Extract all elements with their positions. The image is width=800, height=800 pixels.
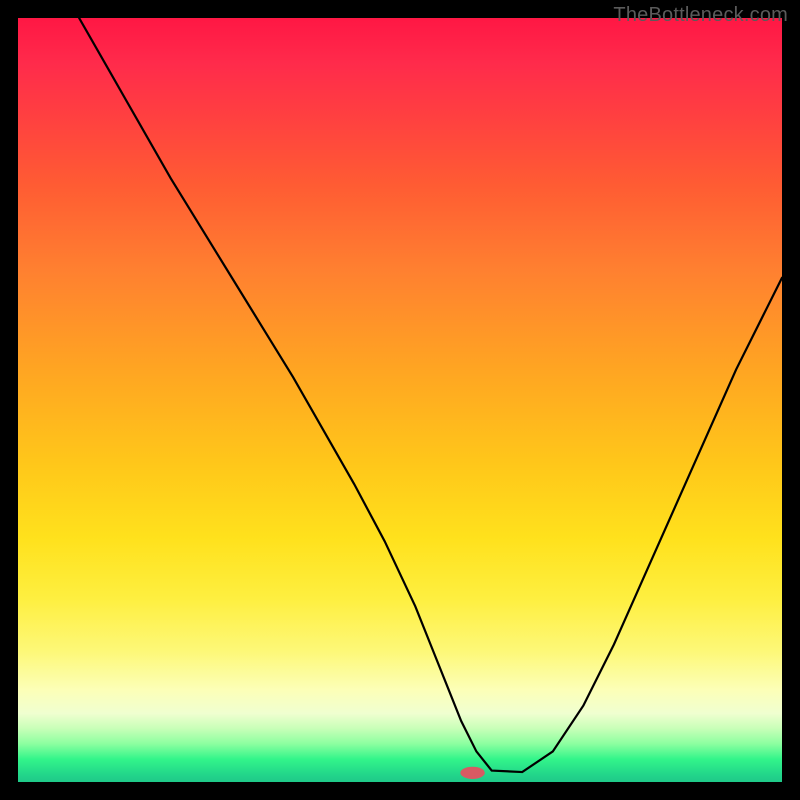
plot-area [18, 18, 782, 782]
bottleneck-curve [79, 18, 782, 772]
curve-svg [18, 18, 782, 782]
watermark-text: TheBottleneck.com [613, 4, 788, 27]
minimum-marker [460, 767, 484, 779]
chart-container: TheBottleneck.com [0, 0, 800, 800]
